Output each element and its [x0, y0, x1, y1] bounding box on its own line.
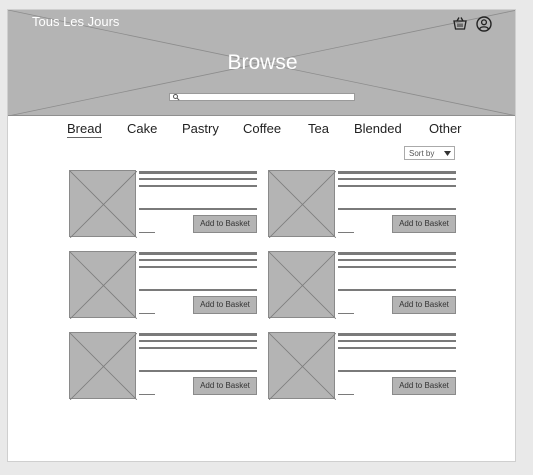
chevron-down-icon [444, 151, 451, 156]
tab-bread[interactable]: Bread [67, 121, 102, 138]
product-description-line [338, 340, 456, 342]
product-price-line [338, 313, 354, 314]
product-image-placeholder[interactable] [69, 170, 137, 238]
product-image-placeholder[interactable] [69, 251, 137, 319]
product-image-placeholder[interactable] [268, 170, 336, 238]
product-name-line [338, 333, 456, 336]
product-name-line [338, 252, 456, 255]
product-description-line [338, 347, 456, 349]
product-card: Add to Basket [268, 251, 456, 319]
hero-banner: Tous Les Jours Browse [8, 10, 515, 116]
tab-other[interactable]: Other [429, 121, 462, 136]
sort-dropdown[interactable]: Sort by [404, 146, 455, 160]
search-icon [173, 94, 180, 101]
add-to-basket-button[interactable]: Add to Basket [392, 377, 456, 395]
tab-blended[interactable]: Blended [354, 121, 402, 136]
category-tabs: Bread Cake Pastry Coffee Tea Blended Oth… [8, 121, 515, 143]
product-description-line [338, 208, 456, 210]
page-title: Browse [227, 51, 298, 74]
product-description-line [139, 208, 257, 210]
product-description-line [338, 185, 456, 187]
product-description-line [139, 370, 257, 372]
product-description-line [139, 178, 257, 180]
search-input[interactable] [169, 93, 355, 101]
product-name-line [139, 171, 257, 174]
product-image-placeholder[interactable] [268, 251, 336, 319]
tab-pastry[interactable]: Pastry [182, 121, 219, 136]
basket-icon[interactable] [451, 15, 469, 33]
product-card: Add to Basket [69, 170, 257, 238]
browse-page: Tous Les Jours Browse Bread Cake Pastry … [7, 9, 516, 462]
add-to-basket-button[interactable]: Add to Basket [392, 215, 456, 233]
product-card: Add to Basket [268, 332, 456, 400]
product-name-line [338, 171, 456, 174]
product-price-line [139, 313, 155, 314]
product-price-line [139, 232, 155, 233]
tab-coffee[interactable]: Coffee [243, 121, 281, 136]
product-card: Add to Basket [69, 251, 257, 319]
add-to-basket-button[interactable]: Add to Basket [392, 296, 456, 314]
product-description-line [338, 289, 456, 291]
add-to-basket-button[interactable]: Add to Basket [193, 296, 257, 314]
product-image-placeholder[interactable] [268, 332, 336, 400]
product-name-line [139, 333, 257, 336]
account-icon[interactable] [475, 15, 493, 33]
product-price-line [338, 394, 354, 395]
brand-logo-text[interactable]: Tous Les Jours [32, 14, 119, 29]
product-image-placeholder[interactable] [69, 332, 137, 400]
tab-tea[interactable]: Tea [308, 121, 329, 136]
add-to-basket-button[interactable]: Add to Basket [193, 215, 257, 233]
tab-cake[interactable]: Cake [127, 121, 157, 136]
product-description-line [139, 259, 257, 261]
product-description-line [139, 185, 257, 187]
product-description-line [338, 178, 456, 180]
sort-label: Sort by [409, 149, 435, 158]
product-description-line [139, 266, 257, 268]
product-description-line [139, 347, 257, 349]
product-price-line [139, 394, 155, 395]
product-description-line [139, 289, 257, 291]
product-price-line [338, 232, 354, 233]
product-description-line [338, 266, 456, 268]
product-description-line [338, 370, 456, 372]
add-to-basket-button[interactable]: Add to Basket [193, 377, 257, 395]
product-card: Add to Basket [69, 332, 257, 400]
product-description-line [338, 259, 456, 261]
product-card: Add to Basket [268, 170, 456, 238]
product-description-line [139, 340, 257, 342]
product-name-line [139, 252, 257, 255]
